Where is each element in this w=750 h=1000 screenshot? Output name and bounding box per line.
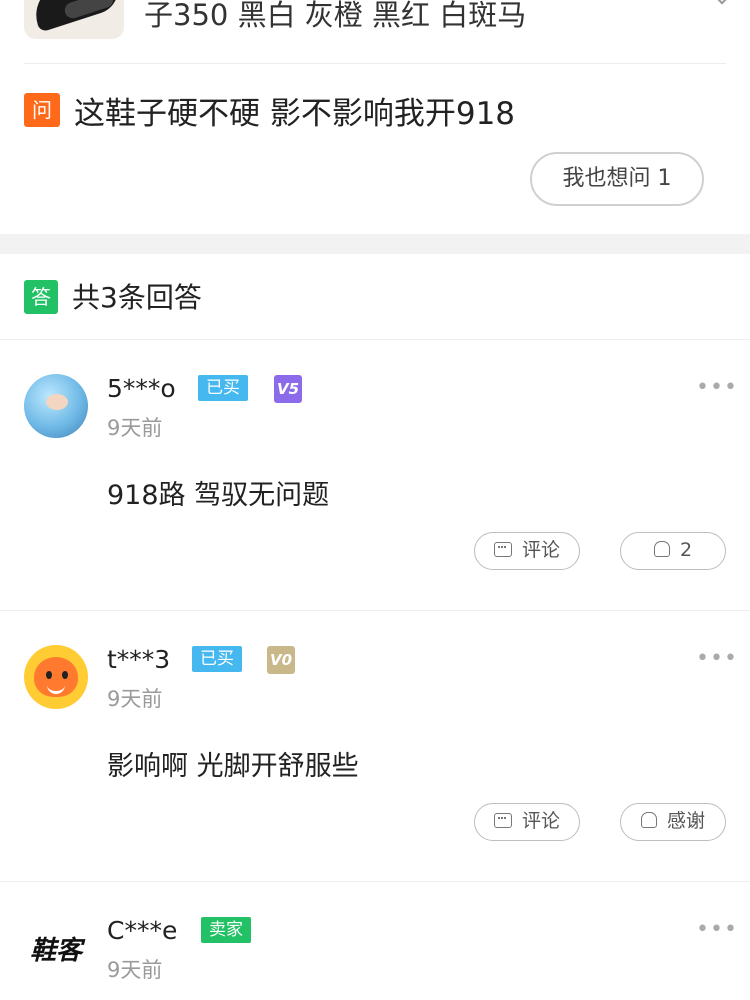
- shop-logo: 鞋客: [29, 936, 82, 966]
- avatar[interactable]: [24, 645, 88, 709]
- answer-badge: 答: [24, 280, 58, 314]
- answer-item: t***3 已买 V0 9天前 ••• 影响啊 光脚开舒服些 评论 感谢: [0, 611, 750, 881]
- thank-button[interactable]: 感谢: [620, 803, 726, 841]
- more-icon[interactable]: •••: [696, 375, 738, 400]
- question-badge: 问: [24, 93, 60, 127]
- username[interactable]: C***e: [107, 916, 177, 945]
- more-icon[interactable]: •••: [696, 917, 738, 942]
- bought-badge: 已买: [198, 375, 248, 401]
- section-gap: [0, 234, 750, 254]
- product-title: 子350 黑白 灰橙 黑红 白斑马: [144, 0, 527, 32]
- avatar[interactable]: [24, 374, 88, 438]
- answer-item: 5***o 已买 V5 9天前 ••• 918路 驾驭无问题 评论 2: [0, 340, 750, 610]
- timestamp: 9天前: [107, 958, 163, 982]
- username[interactable]: 5***o: [107, 374, 176, 403]
- answer-count: 共3条回答: [72, 281, 202, 314]
- timestamp: 9天前: [107, 416, 163, 440]
- ask-too-button[interactable]: 我也想问 1: [530, 152, 704, 206]
- comment-icon: [493, 813, 512, 828]
- avatar[interactable]: 鞋客: [24, 916, 88, 980]
- answer-item: 鞋客 C***e 卖家 9天前 •••: [0, 882, 750, 1000]
- like-count: 2: [679, 539, 693, 561]
- answer-text: 918路 驾驭无问题: [107, 480, 330, 511]
- comment-button[interactable]: 评论: [474, 532, 580, 570]
- flower-icon: [640, 812, 657, 828]
- bought-badge: 已买: [192, 646, 242, 672]
- comment-label: 评论: [521, 539, 560, 561]
- flower-icon: [653, 541, 670, 557]
- question-text: 这鞋子硬不硬 影不影响我开918: [74, 96, 516, 132]
- like-button[interactable]: 2: [620, 532, 726, 570]
- comment-label: 评论: [521, 810, 560, 832]
- vip-level-icon: V0: [267, 646, 295, 674]
- more-icon[interactable]: •••: [696, 646, 738, 671]
- seller-badge: 卖家: [201, 917, 251, 943]
- thank-label: 感谢: [666, 810, 705, 832]
- timestamp: 9天前: [107, 687, 163, 711]
- product-header[interactable]: 子350 黑白 灰橙 黑红 白斑马: [0, 0, 750, 64]
- vip-level-icon: V5: [274, 375, 302, 403]
- chevron-down-icon[interactable]: [713, 0, 731, 5]
- comment-button[interactable]: 评论: [474, 803, 580, 841]
- answer-text: 影响啊 光脚开舒服些: [107, 751, 359, 782]
- username[interactable]: t***3: [107, 645, 170, 674]
- product-thumbnail[interactable]: [24, 0, 124, 39]
- comment-icon: [493, 542, 512, 557]
- divider: [24, 63, 726, 64]
